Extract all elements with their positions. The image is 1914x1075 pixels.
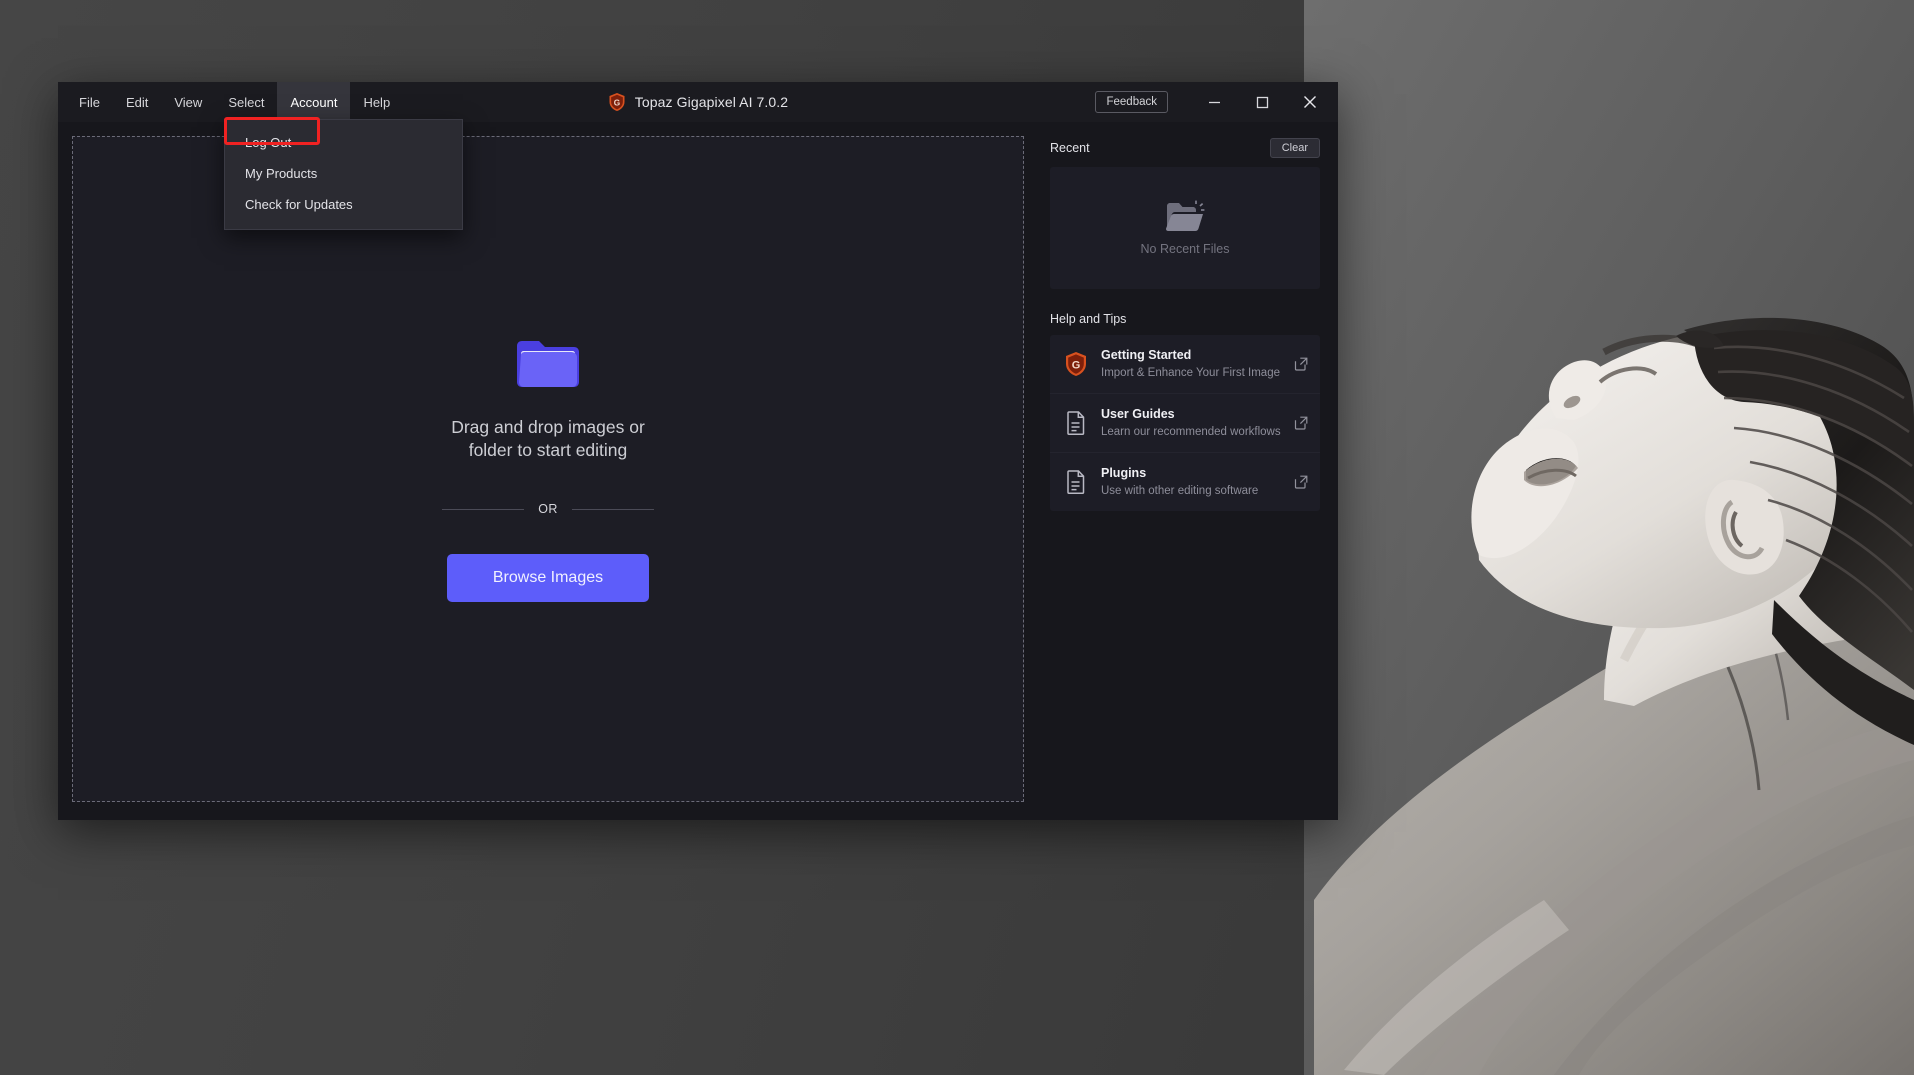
- menu-item-help[interactable]: Help: [350, 82, 403, 122]
- divider-line-right: [571, 508, 654, 510]
- menu-item-file[interactable]: File: [66, 82, 113, 122]
- browse-images-button[interactable]: Browse Images: [446, 554, 650, 603]
- recent-empty-label: No Recent Files: [1140, 242, 1230, 256]
- account-menu-item-check-for-updates[interactable]: Check for Updates: [225, 189, 462, 220]
- divider-line-left: [442, 508, 525, 510]
- help-item-text-group: Getting Started Import & Enhance Your Fi…: [1101, 346, 1281, 382]
- feedback-button[interactable]: Feedback: [1095, 91, 1168, 113]
- menu-bar: File Edit View Select Account Help: [58, 82, 403, 122]
- maximize-icon: [1256, 96, 1268, 108]
- help-item-text-group: Plugins Use with other editing software: [1101, 464, 1281, 500]
- or-divider: OR: [442, 502, 654, 516]
- menu-item-select[interactable]: Select: [215, 82, 277, 122]
- help-item-subtitle: Import & Enhance Your First Image: [1101, 366, 1280, 379]
- window-title: Topaz Gigapixel AI 7.0.2: [634, 94, 789, 110]
- external-link-icon[interactable]: [1294, 475, 1308, 489]
- menu-item-view[interactable]: View: [161, 82, 215, 122]
- external-link-icon[interactable]: [1294, 357, 1308, 371]
- minimize-icon: [1208, 101, 1220, 103]
- dropzone-message-line2: folder to start editing: [468, 440, 628, 460]
- help-item-title: Plugins: [1101, 466, 1147, 480]
- help-and-tips-list: G Getting Started Import & Enhance Your …: [1050, 335, 1320, 511]
- svg-text:G: G: [1072, 359, 1081, 371]
- help-item-subtitle: Learn our recommended workflows: [1101, 425, 1281, 438]
- menu-item-account[interactable]: Account: [277, 82, 351, 122]
- portrait-photo-illustration: [1304, 0, 1914, 1075]
- window-controls: Feedback: [1095, 82, 1338, 122]
- main-workspace: Drag and drop images or folder to start …: [58, 122, 1038, 820]
- folder-icon: [517, 340, 579, 387]
- help-item-subtitle: Use with other editing software: [1101, 484, 1259, 497]
- document-icon: [1067, 411, 1085, 435]
- account-menu-item-my-products[interactable]: My Products: [225, 158, 462, 189]
- help-item-plugins[interactable]: Plugins Use with other editing software: [1050, 453, 1320, 511]
- clear-recent-button[interactable]: Clear: [1269, 138, 1320, 158]
- help-item-user-guides[interactable]: User Guides Learn our recommended workfl…: [1050, 394, 1320, 453]
- recent-title: Recent: [1050, 141, 1090, 155]
- account-menu-item-log-out[interactable]: Log Out: [225, 127, 462, 158]
- help-and-tips-title: Help and Tips: [1050, 312, 1127, 326]
- menu-item-edit[interactable]: Edit: [113, 82, 161, 122]
- close-icon: [1304, 96, 1316, 108]
- svg-text:G: G: [614, 98, 620, 107]
- document-icon: [1067, 470, 1085, 494]
- help-item-title: User Guides: [1101, 407, 1175, 421]
- external-link-icon[interactable]: [1294, 416, 1308, 430]
- image-dropzone[interactable]: Drag and drop images or folder to start …: [72, 136, 1024, 802]
- help-item-title: Getting Started: [1101, 348, 1192, 362]
- help-item-getting-started[interactable]: G Getting Started Import & Enhance Your …: [1050, 335, 1320, 394]
- recent-empty-state: No Recent Files: [1050, 167, 1320, 289]
- minimize-button[interactable]: [1190, 82, 1238, 122]
- topaz-shield-logo-icon: G: [1066, 352, 1086, 376]
- divider-label: OR: [538, 502, 558, 517]
- maximize-button[interactable]: [1238, 82, 1286, 122]
- close-button[interactable]: [1286, 82, 1334, 122]
- account-dropdown-menu: Log Out My Products Check for Updates: [224, 119, 463, 230]
- open-folder-icon: [1166, 200, 1205, 231]
- dropzone-message: Drag and drop images or folder to start …: [451, 416, 645, 462]
- title-bar: File Edit View Select Account Help G Top…: [58, 82, 1338, 122]
- topaz-shield-logo-icon: G: [609, 93, 625, 111]
- help-item-text-group: User Guides Learn our recommended workfl…: [1101, 405, 1281, 441]
- dropzone-message-line1: Drag and drop images or: [451, 416, 645, 437]
- recent-header: Recent Clear: [1050, 138, 1320, 158]
- desktop-wallpaper-photo: [1304, 0, 1914, 1075]
- side-panel: Recent Clear No Recent Files Help and Ti…: [1038, 122, 1338, 820]
